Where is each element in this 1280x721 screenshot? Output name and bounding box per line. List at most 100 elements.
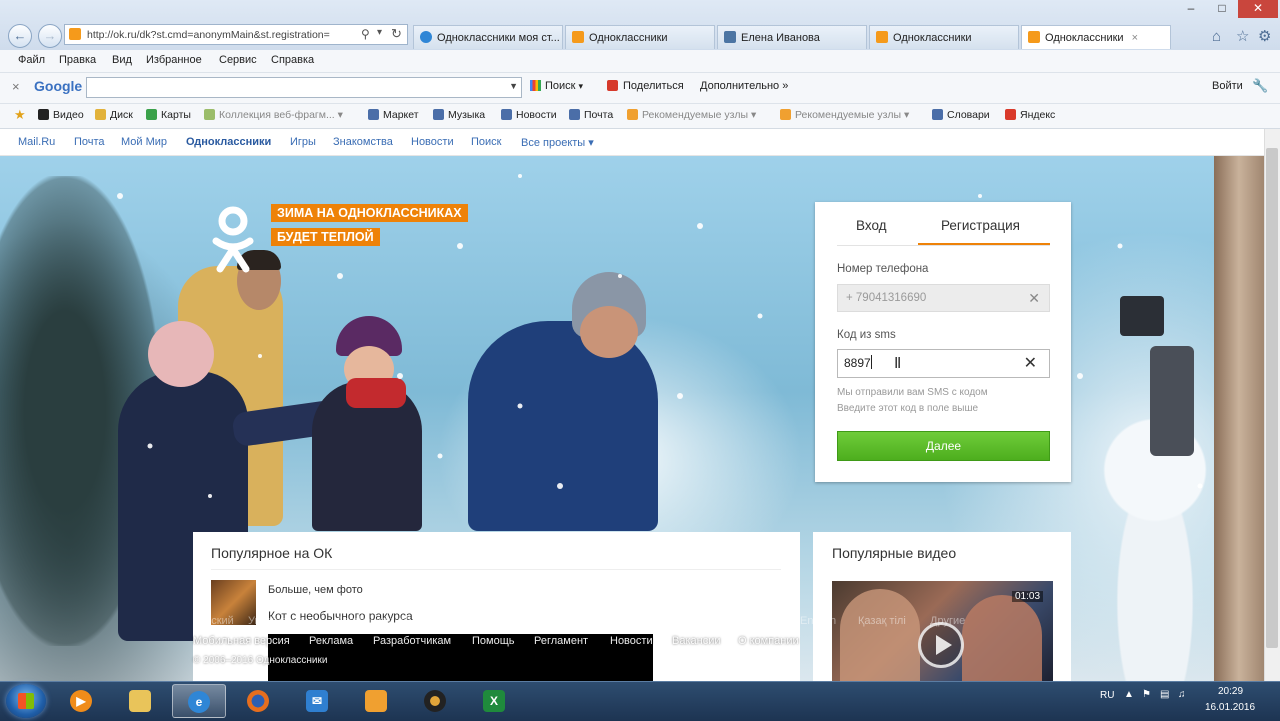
- favorites-star-icon[interactable]: ☆: [1236, 27, 1249, 45]
- close-tab-icon[interactable]: ×: [1132, 32, 1138, 44]
- fav-music[interactable]: Музыка: [433, 109, 485, 121]
- fav-market[interactable]: Маркет: [368, 109, 419, 121]
- footer-news[interactable]: Новости: [610, 635, 653, 647]
- lang-tg[interactable]: Тоҷикӣ: [490, 615, 525, 627]
- lang-ka[interactable]: ქართული: [552, 615, 604, 628]
- new-tab-button[interactable]: [1173, 25, 1199, 49]
- tab-2[interactable]: Одноклассники: [565, 25, 715, 49]
- tray-flag-icon[interactable]: ⚑: [1142, 689, 1151, 700]
- sms-code-input[interactable]: 8897 Ⅱ ✕: [837, 349, 1050, 378]
- fav-disk[interactable]: Диск: [95, 109, 133, 121]
- nav-all-projects[interactable]: Все проекты ▾: [521, 136, 594, 149]
- tray-language[interactable]: RU: [1100, 690, 1114, 701]
- nav-dating[interactable]: Знакомства: [333, 136, 393, 148]
- fav-video[interactable]: Видео: [38, 109, 84, 121]
- taskbar-mail[interactable]: ✉: [290, 684, 344, 718]
- active-tab-underline: [918, 243, 1050, 245]
- tab-1[interactable]: Одноклассники моя ст...: [413, 25, 563, 49]
- next-button[interactable]: Далее: [837, 431, 1050, 461]
- nav-search[interactable]: Поиск: [471, 136, 501, 148]
- taskbar-excel[interactable]: X: [467, 684, 521, 718]
- tray-expand-icon[interactable]: ▲: [1124, 689, 1134, 700]
- tray-volume-icon[interactable]: ♫: [1178, 689, 1186, 700]
- footer-developers[interactable]: Разработчикам: [373, 635, 451, 647]
- nav-odnoklassniki[interactable]: Одноклассники: [186, 136, 271, 148]
- address-bar[interactable]: http://ok.ru/dk?st.cmd=anonymMain&st.reg…: [64, 24, 408, 45]
- tab-register[interactable]: Регистрация: [941, 218, 1020, 233]
- close-window-button[interactable]: ✕: [1238, 0, 1278, 18]
- menu-edit[interactable]: Правка: [59, 54, 96, 66]
- fav-yandex[interactable]: Яндекс: [1005, 109, 1055, 121]
- lang-az[interactable]: Azərbaycan dili: [336, 615, 411, 627]
- clear-phone-icon[interactable]: ✕: [1028, 285, 1040, 311]
- nav-moy-mir[interactable]: Мой Мир: [121, 136, 167, 148]
- google-search-input[interactable]: ▼: [86, 77, 522, 98]
- tray-network-icon[interactable]: ▤: [1160, 689, 1169, 700]
- maximize-button[interactable]: □: [1207, 0, 1237, 18]
- taskbar-explorer[interactable]: [113, 684, 167, 718]
- lang-en[interactable]: English: [800, 615, 836, 627]
- fav-webslices[interactable]: Коллекция веб-фрагм... ▾: [204, 109, 343, 121]
- tab-4[interactable]: Одноклассники: [869, 25, 1019, 49]
- fav-recommended-1[interactable]: Рекомендуемые узлы ▾: [627, 109, 756, 121]
- fav-news[interactable]: Новости: [501, 109, 557, 121]
- market-icon: [368, 109, 379, 120]
- tray-time[interactable]: 20:29: [1218, 686, 1243, 697]
- fav-recommended-2[interactable]: Рекомендуемые узлы ▾: [780, 109, 909, 121]
- fav-mail[interactable]: Почта: [569, 109, 613, 121]
- settings-gear-icon[interactable]: ⚙: [1258, 27, 1271, 45]
- nav-pochta[interactable]: Почта: [74, 136, 105, 148]
- minimize-button[interactable]: –: [1176, 0, 1206, 18]
- signin-button[interactable]: Войти: [1212, 80, 1243, 92]
- fav-dictionaries[interactable]: Словари: [932, 109, 990, 121]
- footer-about[interactable]: О компании: [738, 635, 799, 647]
- menu-tools[interactable]: Сервис: [219, 54, 257, 66]
- lang-uk[interactable]: Українська: [248, 615, 303, 627]
- clear-sms-icon[interactable]: ✕: [1024, 350, 1037, 377]
- footer-help[interactable]: Помощь: [472, 635, 515, 647]
- search-icon[interactable]: ⚲: [361, 27, 370, 41]
- footer-jobs[interactable]: Вакансии: [672, 635, 721, 647]
- menu-help[interactable]: Справка: [271, 54, 314, 66]
- wrench-icon[interactable]: 🔧: [1252, 78, 1268, 94]
- share-button[interactable]: Поделиться: [607, 80, 684, 92]
- popular-item-1[interactable]: Больше, чем фото: [268, 584, 363, 596]
- google-search-button[interactable]: Поиск ▾: [530, 80, 583, 92]
- more-button[interactable]: Дополнительно »: [700, 80, 788, 92]
- tab-3[interactable]: Елена Иванова: [717, 25, 867, 49]
- back-button[interactable]: ←: [8, 24, 32, 48]
- fav-maps[interactable]: Карты: [146, 109, 191, 121]
- footer-rules[interactable]: Регламент: [534, 635, 588, 647]
- scrollbar-thumb[interactable]: [1266, 148, 1278, 648]
- menu-file[interactable]: Файл: [18, 54, 45, 66]
- play-icon[interactable]: [918, 622, 964, 668]
- close-toolbar-icon[interactable]: ×: [12, 79, 20, 94]
- taskbar-media-player[interactable]: ▶: [54, 684, 108, 718]
- taskbar-ie[interactable]: e: [172, 684, 226, 718]
- nav-news[interactable]: Новости: [411, 136, 454, 148]
- footer-ads[interactable]: Реклама: [309, 635, 353, 647]
- dropdown-arrow-icon[interactable]: ▾: [377, 27, 382, 38]
- home-icon[interactable]: ⌂: [1212, 28, 1221, 45]
- lang-ru[interactable]: Русский: [193, 615, 234, 627]
- taskbar-orange-app[interactable]: [349, 684, 403, 718]
- favorites-star-icon[interactable]: ★: [14, 107, 26, 123]
- nav-mailru[interactable]: Mail.Ru: [18, 136, 55, 148]
- start-button[interactable]: [6, 684, 46, 718]
- taskbar-aimp[interactable]: [408, 684, 462, 718]
- refresh-icon[interactable]: ↻: [391, 26, 402, 42]
- forward-button[interactable]: →: [38, 24, 62, 48]
- lang-ro-ro[interactable]: Română (RO): [714, 615, 782, 627]
- tab-login[interactable]: Вход: [856, 218, 887, 233]
- nav-games[interactable]: Игры: [290, 136, 316, 148]
- menu-view[interactable]: Вид: [112, 54, 132, 66]
- lang-kk[interactable]: Қазақ тілі: [858, 615, 906, 627]
- taskbar-firefox[interactable]: [231, 684, 285, 718]
- footer-mobile[interactable]: Мобильная версия: [193, 635, 290, 647]
- chevron-down-icon[interactable]: ▼: [509, 81, 518, 91]
- lang-other[interactable]: Другие: [930, 615, 965, 627]
- lang-ro-md[interactable]: Română (MD): [624, 615, 693, 627]
- tray-date[interactable]: 16.01.2016: [1205, 702, 1255, 713]
- tab-5-active[interactable]: Одноклассники ×: [1021, 25, 1171, 49]
- menu-favorites[interactable]: Избранное: [146, 54, 202, 66]
